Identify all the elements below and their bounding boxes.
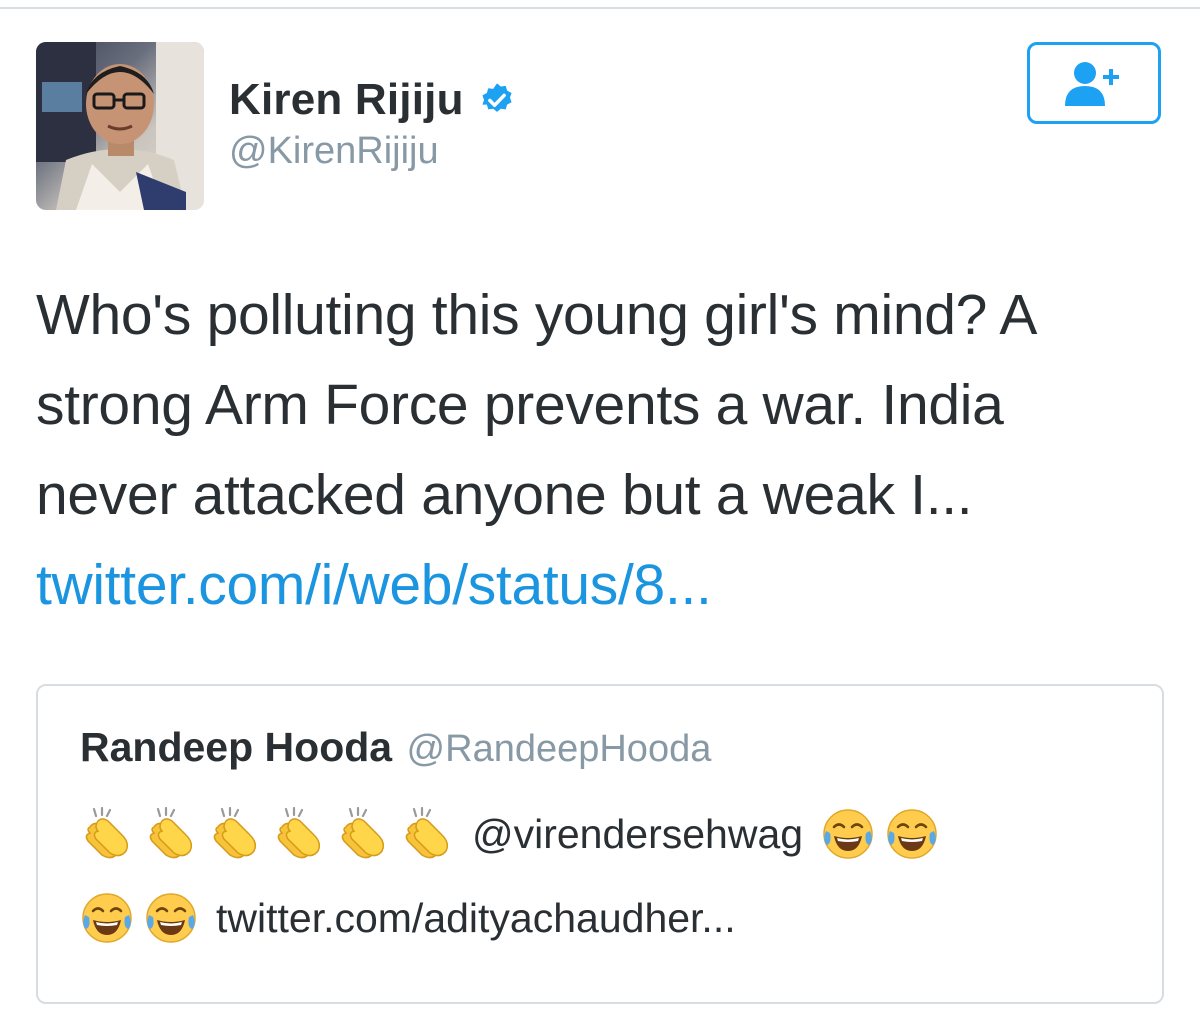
tweet-text-line: Who's polluting this young girl's mind? …: [36, 283, 1038, 347]
verified-badge-icon: [482, 83, 512, 112]
quoted-tweet-link: twitter.com/adityachaudher...: [216, 894, 736, 941]
top-divider: [0, 7, 1200, 9]
tweet-link[interactable]: twitter.com/i/web/status/8...: [36, 540, 1176, 630]
add-user-icon: [1065, 62, 1119, 106]
avatar[interactable]: [36, 42, 204, 210]
tweet-text-line: never attacked anyone but a weak I...: [36, 463, 973, 527]
clapping-hands-emoji: [272, 807, 326, 861]
avatar-photo: [36, 42, 204, 210]
tears-of-joy-emoji: [144, 891, 198, 945]
quoted-author-name: Randeep Hooda: [80, 724, 393, 770]
tweet-text: Who's polluting this young girl's mind? …: [36, 270, 1176, 630]
quoted-tweet-mention: @virendersehwag: [472, 810, 804, 857]
clapping-hands-emoji: [400, 807, 454, 861]
tears-of-joy-emoji: [821, 807, 875, 861]
clapping-hands-emoji: [208, 807, 262, 861]
quoted-tweet-line: @virendersehwag: [80, 804, 949, 864]
quoted-tweet-header: Randeep Hooda @RandeepHooda: [80, 724, 711, 771]
quoted-tweet-card[interactable]: Randeep Hooda @RandeepHooda @virenderseh…: [36, 684, 1164, 1004]
author-name-row: Kiren Rijiju: [229, 72, 516, 128]
tears-of-joy-emoji: [885, 807, 939, 861]
clapping-hands-emoji: [144, 807, 198, 861]
author-handle[interactable]: @KirenRijiju: [229, 130, 439, 173]
clapping-hands-emoji: [80, 807, 134, 861]
clapping-hands-emoji: [336, 807, 390, 861]
quoted-author-handle: @RandeepHooda: [406, 728, 712, 770]
tears-of-joy-emoji: [80, 891, 134, 945]
author-display-name[interactable]: Kiren Rijiju: [229, 75, 464, 125]
tweet-text-line: strong Arm Force prevents a war. India: [36, 373, 1004, 437]
quoted-tweet-line: twitter.com/adityachaudher...: [80, 888, 736, 948]
follow-button[interactable]: [1027, 42, 1161, 124]
